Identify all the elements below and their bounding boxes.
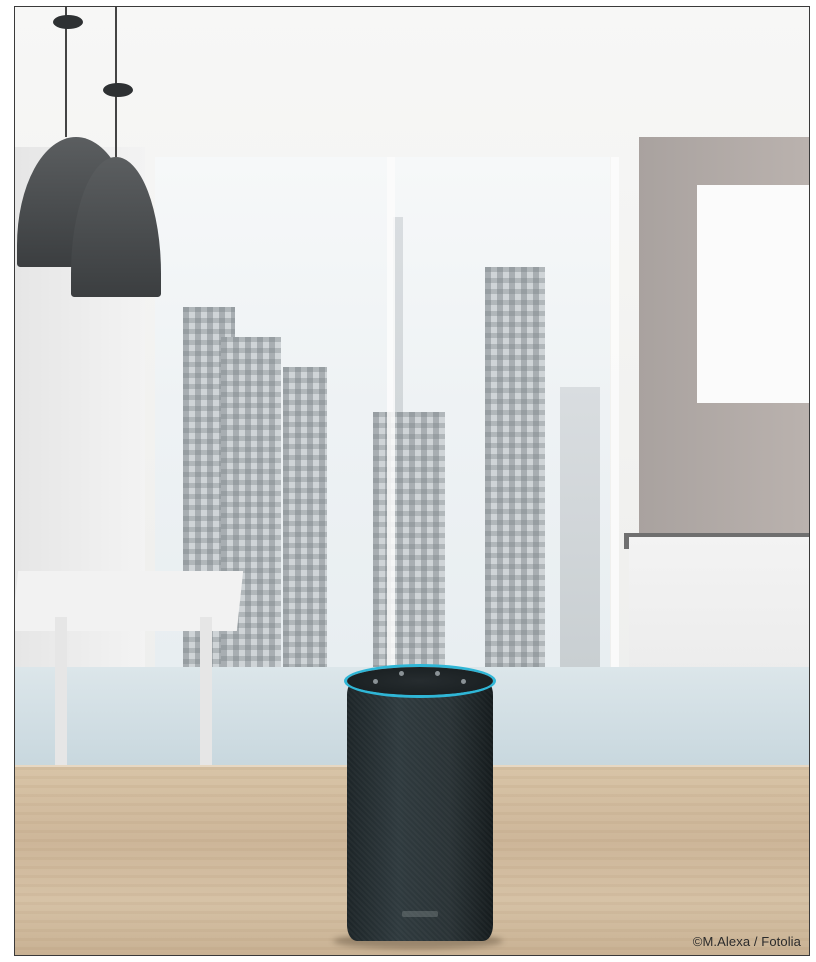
window-mullion	[387, 157, 395, 667]
lamp-canopy	[103, 83, 133, 97]
speaker-logo	[402, 911, 438, 917]
skyscraper	[560, 387, 600, 667]
speaker-button	[461, 679, 466, 684]
photo-frame: ©M.Alexa / Fotolia	[14, 6, 810, 956]
table-leg	[200, 617, 212, 767]
window-mullion	[611, 157, 619, 667]
speaker-light-ring	[347, 667, 493, 695]
table-leg	[55, 617, 67, 767]
credit-text: M.Alexa / Fotolia	[702, 934, 801, 949]
skyscraper	[373, 412, 445, 667]
photo-scene: ©M.Alexa / Fotolia	[15, 7, 809, 955]
kitchen-cabinet	[697, 185, 809, 403]
skyscraper	[283, 367, 327, 667]
speaker-button	[399, 671, 404, 676]
lamp-cable	[115, 7, 117, 157]
photo-credit: ©M.Alexa / Fotolia	[693, 934, 801, 949]
skyscraper	[485, 267, 545, 667]
smart-speaker	[347, 679, 493, 941]
lamp-canopy	[53, 15, 83, 29]
speaker-button	[373, 679, 378, 684]
speaker-button	[435, 671, 440, 676]
